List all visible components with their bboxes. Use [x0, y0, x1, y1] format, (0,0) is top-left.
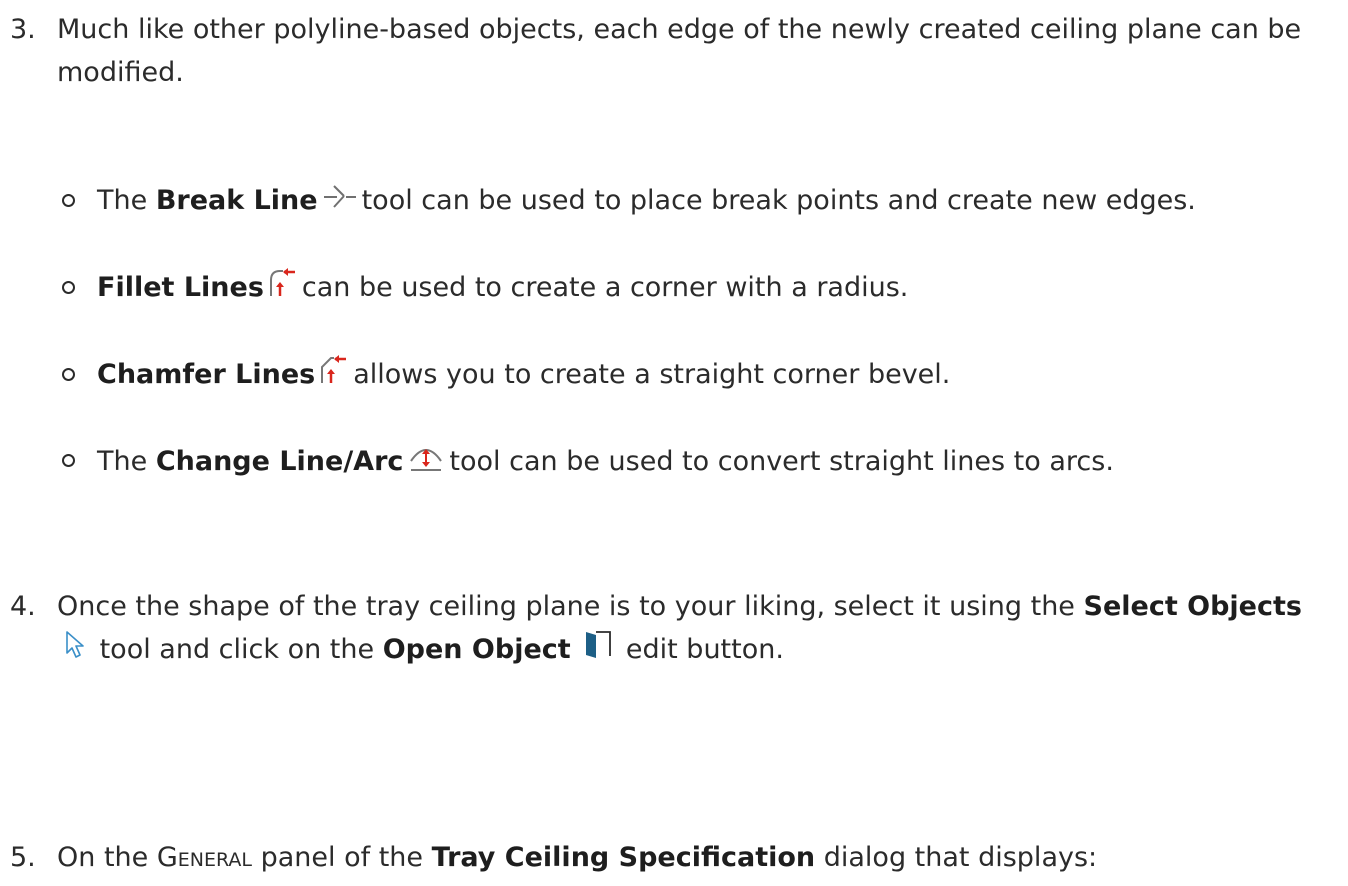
step-number: 4. [10, 591, 36, 622]
document-page: 3. Much like other polyline-based object… [0, 0, 1348, 886]
fillet-lines-icon [268, 266, 298, 311]
step-4: 4. Once the shape of the tray ceiling pl… [0, 585, 1340, 672]
list-item-fillet-lines: Fillet Lines can be used to create a cor… [57, 266, 908, 311]
tool-name-break-line: Break Line [155, 185, 318, 216]
chamfer-lines-icon [319, 353, 349, 398]
step-text: tool and click on the [99, 634, 375, 665]
bullet-suffix: can be used to create a corner with a ra… [301, 272, 909, 303]
step-text: edit button. [625, 634, 784, 665]
step-3: 3. Much like other polyline-based object… [0, 8, 1340, 94]
bullet-suffix: allows you to create a straight corner b… [353, 359, 951, 390]
tool-name-chamfer-lines: Chamfer Lines [97, 359, 316, 390]
panel-name: General [156, 842, 253, 873]
list-item-chamfer-lines: Chamfer Lines allows you to create a str… [57, 353, 950, 398]
list-item-change-line-arc: The Change Line/Arc tool can be used to … [57, 439, 1114, 486]
select-objects-icon [61, 629, 87, 672]
list-item-break-line: The Break Line tool can be used to place… [57, 179, 1196, 223]
step-text: On the [57, 842, 149, 873]
step-text: Much like other polyline-based objects, … [57, 14, 1302, 88]
bullet-prefix: The [97, 446, 148, 477]
bullet-suffix: tool can be used to place break points a… [361, 185, 1196, 216]
tool-name-fillet-lines: Fillet Lines [97, 272, 264, 303]
bullet-circle [62, 368, 75, 381]
step-5: 5. On the General panel of the Tray Ceil… [0, 836, 1340, 879]
dialog-name: Tray Ceiling Specification [431, 842, 816, 873]
step-number: 5. [10, 842, 36, 873]
open-object-icon [583, 629, 613, 672]
tool-name-change-line-arc: Change Line/Arc [155, 446, 404, 477]
bullet-circle [62, 281, 75, 294]
step-text: Once the shape of the tray ceiling plane… [57, 591, 1075, 622]
tool-name-select-objects: Select Objects [1083, 591, 1302, 622]
tool-name-open-object: Open Object [382, 634, 571, 665]
step-text: panel of the [260, 842, 424, 873]
bullet-prefix: The [97, 185, 148, 216]
break-line-icon [322, 180, 358, 223]
step-text: dialog that displays: [823, 842, 1098, 873]
bullet-circle [62, 194, 75, 207]
bullet-suffix: tool can be used to convert straight lin… [449, 446, 1114, 477]
step-number: 3. [10, 14, 36, 45]
bullet-circle [62, 454, 75, 467]
change-line-arc-icon [407, 439, 445, 486]
